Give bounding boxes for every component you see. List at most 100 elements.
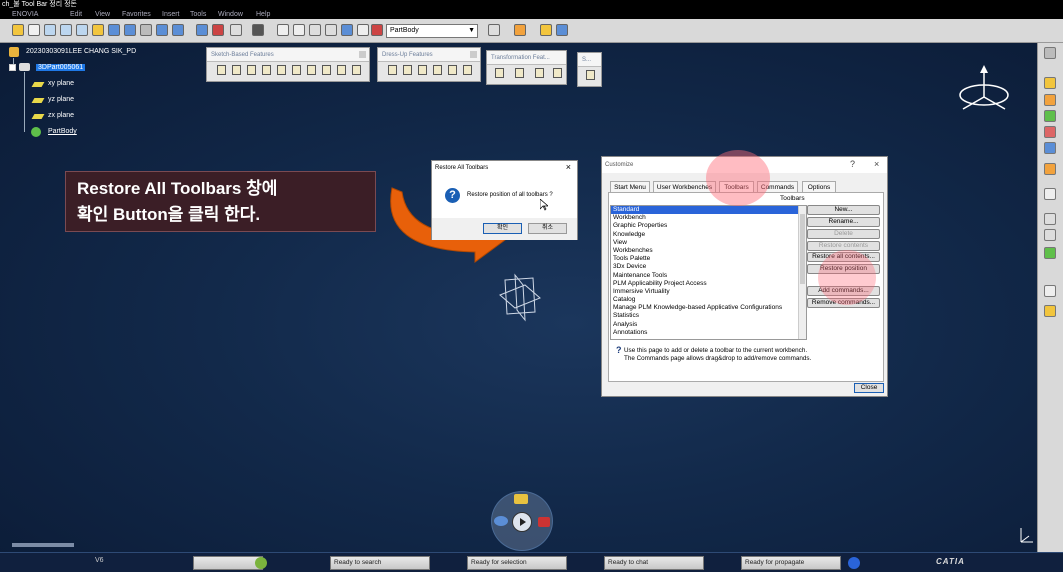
close-icon[interactable]	[470, 51, 477, 58]
iso-view-icon[interactable]	[124, 24, 136, 36]
cancel-button[interactable]: 취소	[528, 223, 567, 234]
hole-icon[interactable]	[277, 65, 286, 75]
list-item[interactable]: Annotations	[611, 329, 806, 337]
small-toolbar[interactable]: S...	[577, 52, 602, 87]
tree-part[interactable]: 3DPart005061	[36, 64, 86, 71]
status-search[interactable]: Ready to search	[330, 556, 430, 570]
magnify-icon[interactable]	[230, 24, 242, 36]
link-icon[interactable]	[357, 24, 369, 36]
redo-icon[interactable]	[293, 24, 305, 36]
list-item[interactable]: Graphic Properties	[611, 222, 806, 230]
list-item[interactable]: Knowledge	[611, 231, 806, 239]
swap-space-icon[interactable]	[172, 24, 184, 36]
status-chat[interactable]: Ready to chat	[604, 556, 704, 570]
stiffener-icon[interactable]	[322, 65, 331, 75]
menu-item-enovia[interactable]: ENOVIA	[12, 10, 38, 19]
zoom-in-icon[interactable]	[60, 24, 72, 36]
partbody-select[interactable]: PartBody ▼	[386, 24, 478, 38]
sketch-icon[interactable]	[309, 24, 321, 36]
list-scrollbar[interactable]	[798, 206, 806, 339]
slot-icon[interactable]	[307, 65, 316, 75]
list-item[interactable]: Workbench	[611, 214, 806, 222]
close-button[interactable]: Close	[854, 383, 884, 393]
list-item[interactable]: Catalog	[611, 296, 806, 304]
tree-zx-plane[interactable]: zx plane	[48, 112, 74, 119]
menu-item-edit[interactable]: Edit	[70, 10, 82, 19]
tree-root[interactable]: 20230303091LEE CHANG SIK_PD	[26, 48, 136, 55]
measure-icon[interactable]	[212, 24, 224, 36]
tree-partbody[interactable]: PartBody	[48, 128, 77, 135]
menu-item-insert[interactable]: Insert	[162, 10, 180, 19]
menu-item-favorites[interactable]: Favorites	[122, 10, 151, 19]
list-item[interactable]: Workbenches	[611, 247, 806, 255]
tools-icon[interactable]	[514, 24, 526, 36]
fillet-icon[interactable]	[388, 65, 397, 75]
delete-toolbar-button[interactable]: Delete	[807, 229, 880, 239]
pan-icon[interactable]	[28, 24, 40, 36]
scrollbar-thumb[interactable]	[800, 214, 805, 284]
measure-icon[interactable]	[1044, 110, 1056, 122]
tree-collapse-icon[interactable]	[9, 64, 16, 71]
undo-icon[interactable]	[277, 24, 289, 36]
propagate-icon[interactable]	[848, 557, 860, 569]
select-icon[interactable]	[12, 24, 24, 36]
toolbar-list[interactable]: Standard Workbench Graphic Properties Kn…	[610, 205, 807, 340]
rib-icon[interactable]	[292, 65, 301, 75]
sketch-based-toolbar[interactable]: Sketch-Based Features	[206, 47, 370, 82]
fit-all-icon[interactable]	[92, 24, 104, 36]
pocket-icon[interactable]	[232, 65, 241, 75]
help-icon[interactable]: ?	[850, 159, 855, 169]
tree-yz-plane[interactable]: yz plane	[48, 96, 74, 103]
compass-icon[interactable]	[955, 65, 1013, 115]
list-item[interactable]: Standard	[611, 206, 806, 215]
list-item[interactable]: Immersive Virtuality	[611, 288, 806, 296]
dress-up-toolbar[interactable]: Dress-Up Features	[377, 47, 481, 82]
surface-icon[interactable]	[586, 70, 595, 80]
scaling-icon[interactable]	[553, 68, 562, 78]
pattern-icon[interactable]	[535, 68, 544, 78]
list-item[interactable]: Analysis	[611, 321, 806, 329]
groove-icon[interactable]	[262, 65, 271, 75]
thickness-icon[interactable]	[448, 65, 457, 75]
horizontal-scrollbar[interactable]	[12, 543, 74, 547]
line-icon[interactable]	[1044, 188, 1056, 200]
shaft-icon[interactable]	[247, 65, 256, 75]
compass-status-icon[interactable]	[255, 557, 267, 569]
play-icon[interactable]	[512, 512, 532, 532]
surface-icon[interactable]	[1044, 305, 1056, 317]
list-item[interactable]: Manage PLM Knowledge-based Applicative C…	[611, 304, 806, 312]
thread-icon[interactable]	[463, 65, 472, 75]
axis-system-icon[interactable]	[495, 270, 547, 325]
list-item[interactable]: Tools Palette	[611, 255, 806, 263]
axis-icon[interactable]	[325, 24, 337, 36]
list-item[interactable]: PLM Applicability Project Access	[611, 280, 806, 288]
diagonal-line-icon[interactable]	[1044, 285, 1056, 297]
chamfer-icon[interactable]	[403, 65, 412, 75]
menu-item-tools[interactable]: Tools	[190, 10, 206, 19]
menu-item-view[interactable]: View	[95, 10, 110, 19]
plane-tool-icon[interactable]	[1044, 142, 1056, 154]
hide-show-icon[interactable]	[156, 24, 168, 36]
knowledge-icon[interactable]	[371, 24, 383, 36]
rotate-icon[interactable]	[44, 24, 56, 36]
close-icon[interactable]: ×	[874, 159, 879, 169]
mirror-icon[interactable]	[515, 68, 524, 78]
network-icon[interactable]	[538, 517, 550, 527]
rename-toolbar-button[interactable]: Rename...	[807, 217, 880, 227]
folder-icon[interactable]	[540, 24, 552, 36]
draft-icon[interactable]	[418, 65, 427, 75]
close-icon[interactable]: ×	[566, 162, 571, 172]
workbench-icon[interactable]	[488, 24, 500, 36]
status-propagate[interactable]: Ready for propagate	[741, 556, 841, 570]
datum-icon[interactable]	[1044, 213, 1056, 225]
loft-icon[interactable]	[337, 65, 346, 75]
people-icon[interactable]	[514, 494, 528, 504]
ok-button[interactable]: 확인	[483, 223, 522, 234]
settings-icon[interactable]	[1044, 47, 1056, 59]
zoom-out-icon[interactable]	[76, 24, 88, 36]
analysis-icon[interactable]	[1044, 126, 1056, 138]
point-icon[interactable]	[1044, 163, 1056, 175]
shading-icon[interactable]	[140, 24, 152, 36]
properties-icon[interactable]	[196, 24, 208, 36]
translate-icon[interactable]	[495, 68, 504, 78]
